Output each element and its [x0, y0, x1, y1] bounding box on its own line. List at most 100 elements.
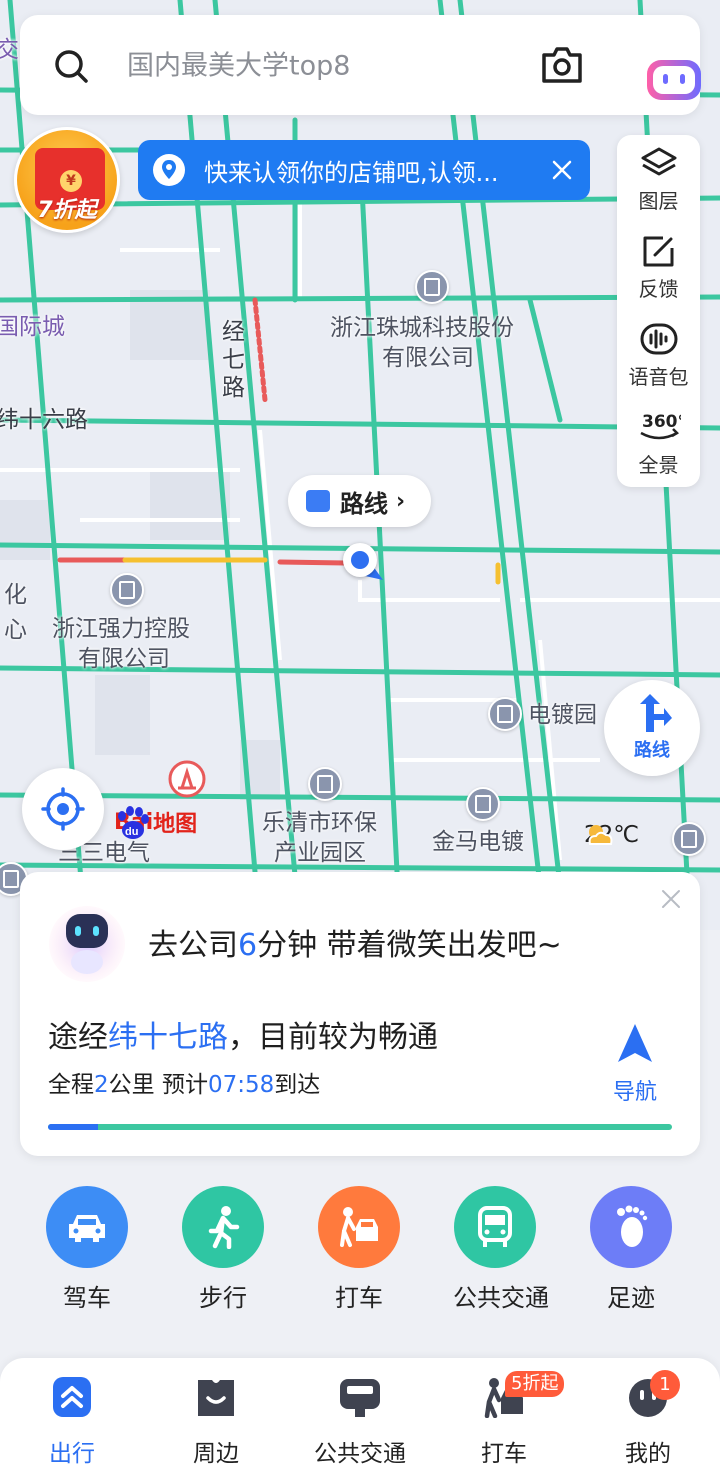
commute-greeting: 去公司6分钟 带着微笑出发吧~ — [148, 920, 562, 964]
close-icon[interactable] — [550, 158, 574, 182]
walk-icon — [182, 1186, 264, 1268]
construction-icon — [168, 760, 206, 798]
locate-me-button[interactable] — [22, 768, 104, 850]
map-label-area: 国际城 — [0, 314, 65, 340]
bus-icon — [454, 1186, 536, 1268]
travel-icon — [53, 1377, 91, 1417]
logo-du-text: du — [125, 826, 138, 838]
taxi-promo-badge: 5折起 — [505, 1371, 565, 1397]
feedback-icon — [643, 236, 673, 267]
mode-footprint[interactable]: 足迹 — [589, 1186, 673, 1313]
greeting-minutes: 6 — [238, 928, 258, 963]
chevron-right-icon: › — [396, 488, 406, 514]
panorama-360-icon: 360° — [639, 412, 681, 440]
weather-widget[interactable]: 22℃ — [584, 822, 639, 848]
coin-icon: ¥ — [60, 170, 82, 192]
mode-walk[interactable]: 步行 — [181, 1186, 265, 1313]
transit-icon — [340, 1379, 380, 1417]
baidu-map-logo: Bai du 地图 — [114, 806, 197, 839]
tool-voice-pack[interactable]: 语音包 — [617, 311, 700, 399]
banner-text: 快来认领你的店铺吧,认领... — [204, 158, 499, 187]
navigate-label: 导航 — [612, 1080, 657, 1105]
ai-assistant-icon[interactable] — [645, 58, 703, 102]
map-tools-panel: 图层 反馈 语音包 360° 全景 — [617, 135, 700, 487]
taxi-icon — [318, 1186, 400, 1268]
navigation-arrow-icon — [618, 1024, 652, 1062]
eta-text: 到达 — [274, 1072, 321, 1098]
bottom-navigation: 出行 周边 公共交通 打车 我的 — [0, 1358, 720, 1477]
robot-assistant-icon — [49, 906, 125, 982]
eta-arrival-time: 07:58 — [207, 1072, 275, 1098]
mode-taxi[interactable]: 打车 — [317, 1186, 401, 1313]
nav-tab-transit[interactable]: 公共交通 — [300, 1376, 420, 1468]
route-chip-label: 路线 — [340, 489, 388, 518]
mode-drive[interactable]: 驾车 — [45, 1186, 129, 1313]
map-label-poi: 电镀园 — [528, 702, 597, 728]
map-label-company: 有限公司 — [382, 345, 474, 371]
camera-icon[interactable] — [540, 45, 584, 85]
map-label-poi: 金马电镀 — [432, 829, 524, 855]
tool-layers[interactable]: 图层 — [617, 135, 700, 223]
baidu-paw-icon: du — [118, 806, 149, 839]
map-label-area: 化 — [4, 582, 27, 608]
locate-crosshair-icon — [41, 787, 85, 831]
footprint-icon — [590, 1186, 672, 1268]
nav-tab-label: 周边 — [193, 1441, 239, 1467]
promo-badge-text: 7折起 — [37, 198, 97, 223]
via-status: ，目前较为畅通 — [228, 1020, 438, 1055]
mode-label: 步行 — [199, 1284, 247, 1312]
map-label-poi: 产业园区 — [274, 840, 366, 866]
current-location-marker — [343, 543, 377, 577]
nearby-icon — [198, 1380, 234, 1416]
route-fab-button[interactable]: 路线 — [604, 680, 700, 776]
navigate-button[interactable]: 导航 — [605, 1022, 665, 1106]
red-packet-promo[interactable]: ¥ 7折起 — [14, 127, 120, 233]
tool-label: 图层 — [638, 189, 679, 213]
search-bar[interactable]: 国内最美大学top8 — [20, 15, 703, 115]
tool-feedback[interactable]: 反馈 — [617, 223, 700, 311]
layers-icon — [641, 147, 676, 176]
eta-distance: 2 — [94, 1072, 109, 1098]
mode-label: 打车 — [335, 1284, 383, 1312]
search-input[interactable]: 国内最美大学top8 — [127, 44, 350, 83]
poi-pin-icon[interactable] — [415, 270, 449, 304]
mode-transit[interactable]: 公共交通 — [453, 1186, 549, 1313]
route-arrow-icon — [640, 694, 672, 732]
nav-tab-label: 打车 — [481, 1441, 527, 1467]
nav-tab-profile[interactable]: 我的 — [588, 1376, 708, 1468]
poi-pin-icon[interactable] — [488, 697, 522, 731]
route-progress-bar — [48, 1124, 672, 1130]
poi-pin-icon[interactable] — [672, 822, 706, 856]
car-icon — [46, 1186, 128, 1268]
close-icon[interactable] — [660, 888, 682, 910]
route-fab-label: 路线 — [634, 740, 670, 761]
greeting-text: 去公司 — [148, 928, 238, 963]
nav-tab-travel[interactable]: 出行 — [12, 1376, 132, 1468]
voice-pack-icon — [640, 323, 677, 355]
eta-text: 全程 — [48, 1072, 94, 1098]
map-label-area: 交 — [0, 37, 19, 63]
nav-tab-nearby[interactable]: 周边 — [156, 1376, 276, 1468]
route-chip-button[interactable]: 路线 › — [288, 475, 431, 527]
via-road-name: 纬十七路 — [108, 1020, 228, 1055]
mode-label: 驾车 — [63, 1284, 111, 1312]
via-prefix: 途经 — [48, 1020, 108, 1055]
map-label-area: 心 — [4, 617, 27, 643]
tool-label: 语音包 — [628, 365, 689, 389]
poi-pin-icon[interactable] — [110, 573, 144, 607]
poi-pin-icon[interactable] — [466, 787, 500, 821]
briefcase-icon — [306, 490, 330, 512]
map-label-company: 浙江珠城科技股份 — [330, 315, 514, 341]
location-pin-icon — [153, 154, 185, 186]
map-label-road: 纬十六路 — [0, 407, 88, 433]
svg-text:360°: 360° — [642, 412, 681, 432]
tool-panorama[interactable]: 360° 全景 — [617, 399, 700, 487]
map-label-road: 经七路 — [222, 319, 245, 401]
commute-card[interactable]: 去公司6分钟 带着微笑出发吧~ 途经纬十七路，目前较为畅通 全程2公里 预计07… — [20, 872, 700, 1156]
claim-shop-banner[interactable]: 快来认领你的店铺吧,认领... — [138, 140, 590, 200]
eta-text: 公里 预计 — [108, 1072, 208, 1098]
poi-pin-icon[interactable] — [308, 767, 342, 801]
search-icon — [55, 50, 88, 83]
tool-label: 反馈 — [638, 277, 679, 301]
nav-tab-label: 出行 — [49, 1441, 95, 1467]
